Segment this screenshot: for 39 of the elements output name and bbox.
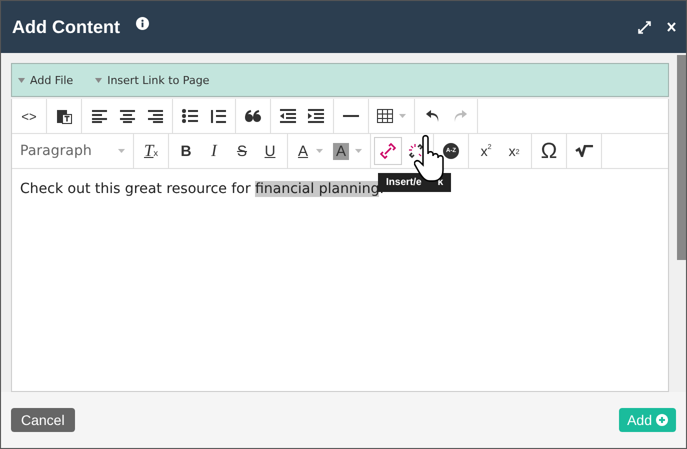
- sup-button[interactable]: x$^{2}$: [472, 137, 500, 165]
- plus-circle-icon: [656, 414, 668, 426]
- bold-button[interactable]: B: [172, 137, 200, 165]
- dropdown-link[interactable]: Insert Link to Page: [95, 74, 210, 86]
- horizontal-rule-icon: [343, 115, 359, 117]
- table-icon: [377, 109, 393, 123]
- forecolor-button[interactable]: A: [291, 137, 328, 165]
- quote-icon: [245, 110, 261, 122]
- caret-icon: [95, 78, 102, 83]
- indent-icon: [308, 109, 324, 123]
- redo-icon: [452, 109, 468, 123]
- info-icon[interactable]: [136, 16, 149, 30]
- caret-icon: [18, 78, 25, 83]
- align-left-icon: [92, 110, 106, 122]
- expand-icon[interactable]: [638, 20, 651, 34]
- numbered-list-icon: [210, 108, 226, 124]
- underline-button[interactable]: U: [256, 137, 284, 165]
- undo-icon: [424, 109, 440, 123]
- code-button[interactable]: <>: [15, 102, 43, 130]
- window-title: Add Content: [12, 16, 120, 38]
- close-icon[interactable]: [667, 22, 676, 32]
- italic-button[interactable]: I: [200, 137, 228, 165]
- align-right-icon: [148, 110, 162, 122]
- unlink-icon: [408, 143, 424, 159]
- square-root-icon: [575, 145, 594, 157]
- backcolor-button[interactable]: A: [328, 137, 368, 165]
- cancel-button[interactable]: Cancel: [11, 408, 75, 432]
- scrollbar-thumb[interactable]: [677, 55, 686, 260]
- dropdown-link[interactable]: Add File: [18, 74, 74, 86]
- format-select[interactable]: Paragraph: [15, 137, 130, 165]
- paste-icon: [56, 108, 72, 124]
- caret-icon: [118, 149, 125, 153]
- align-center-icon: [120, 110, 134, 122]
- link-button[interactable]: [374, 137, 402, 165]
- omega-button[interactable]: Ω: [535, 137, 564, 165]
- outdent-icon: [280, 109, 296, 123]
- strike-button[interactable]: S: [228, 137, 256, 165]
- link-icon: [380, 143, 396, 159]
- bulleted-list-icon: [182, 109, 198, 123]
